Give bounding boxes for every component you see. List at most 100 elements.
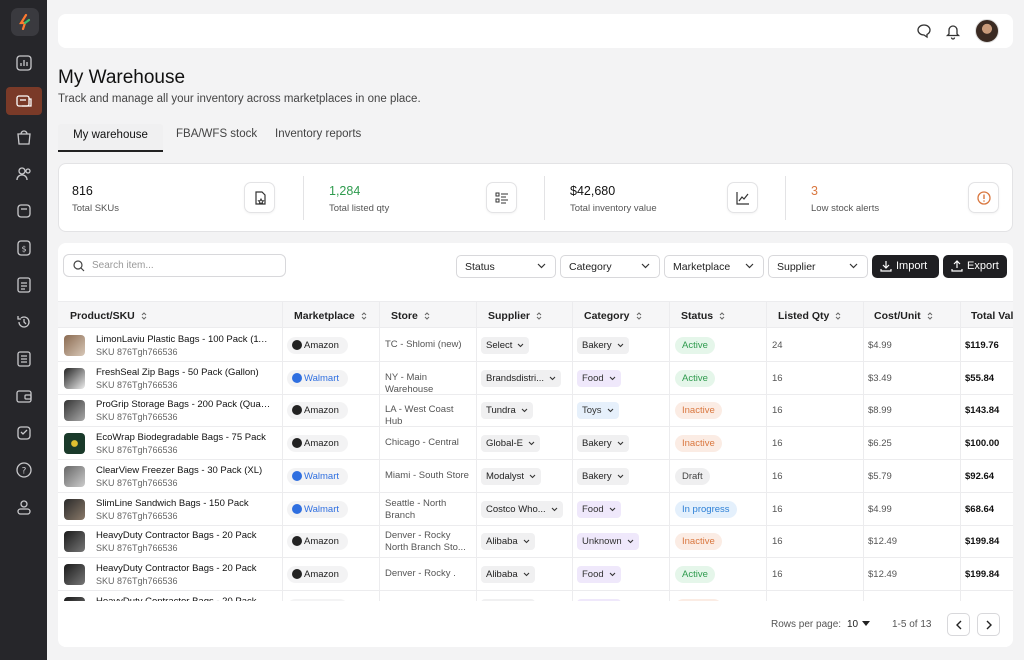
supplier-select[interactable]: Costco Who... xyxy=(481,500,563,518)
product-name[interactable]: HeavyDuty Contractor Bags - 20 Pack xyxy=(96,530,271,541)
total-value: $100.00 xyxy=(965,438,1000,450)
product-name[interactable]: EcoWrap Biodegradable Bags - 75 Pack xyxy=(96,432,271,443)
rows-per-page-select[interactable]: 10 xyxy=(847,619,858,630)
table-row[interactable]: SlimLine Sandwich Bags - 150 Pack SKU 876… xyxy=(58,493,1013,526)
nav-documents-icon[interactable] xyxy=(11,272,37,298)
column-header-supplier[interactable]: Supplier xyxy=(488,310,542,322)
category-filter-dropdown[interactable]: Category xyxy=(560,255,660,278)
nav-tasks-icon[interactable] xyxy=(11,420,37,446)
tab-inventory-reports[interactable]: Inventory reports xyxy=(275,124,361,152)
listed-qty: 16 xyxy=(772,438,783,450)
nav-wallet-icon[interactable] xyxy=(11,383,37,409)
supplier-select[interactable]: Alibaba xyxy=(481,533,535,551)
next-page-button[interactable] xyxy=(977,613,1000,636)
supplier-select[interactable]: Modalyst xyxy=(481,467,542,485)
supplier-filter-dropdown[interactable]: Supplier xyxy=(768,255,868,278)
product-name[interactable]: ProGrip Storage Bags - 200 Pack (Quar... xyxy=(96,399,271,410)
nav-inventory-icon[interactable] xyxy=(11,198,37,224)
column-header-listed-qty[interactable]: Listed Qty xyxy=(778,310,841,322)
category-select[interactable]: Food xyxy=(577,369,621,387)
store-name: TC - Shlomi (new) xyxy=(385,339,462,350)
supplier-label: Modalyst xyxy=(486,470,525,482)
chevron-down-icon xyxy=(641,263,650,269)
table-row[interactable]: FreshSeal Zip Bags - 50 Pack (Gallon) SKU… xyxy=(58,362,1013,395)
category-label: Food xyxy=(582,503,604,515)
tab-fba-wfs-stock[interactable]: FBA/WFS stock xyxy=(176,124,257,152)
status-filter-dropdown[interactable]: Status xyxy=(456,255,556,278)
nav-profile-icon[interactable] xyxy=(11,494,37,520)
total-value: $199.84 xyxy=(965,568,1000,580)
total-value: $68.64 xyxy=(965,503,995,515)
column-header-store[interactable]: Store xyxy=(391,310,430,322)
category-select[interactable]: Toys xyxy=(577,402,619,420)
column-header-total-value[interactable]: Total Val xyxy=(971,310,1013,322)
stat-value: 3 xyxy=(811,184,818,198)
category-select[interactable]: Bakery xyxy=(577,467,629,485)
product-name[interactable]: LimonLaviu Plastic Bags - 100 Pack (11.5… xyxy=(96,334,271,345)
cost-per-unit: $12.49 xyxy=(868,568,898,580)
stat-label: Total SKUs xyxy=(72,203,119,214)
nav-history-icon[interactable] xyxy=(11,309,37,335)
product-sku: SKU 876Tgh766536 xyxy=(96,477,178,488)
app-logo[interactable] xyxy=(11,8,39,36)
product-name[interactable]: ClearView Freezer Bags - 30 Pack (XL) xyxy=(96,465,271,476)
nav-orders-icon[interactable] xyxy=(11,124,37,150)
stat-label: Total listed qty xyxy=(329,203,390,214)
column-header-cost-unit[interactable]: Cost/Unit xyxy=(874,310,933,322)
supplier-select[interactable]: Select xyxy=(481,337,530,354)
product-name[interactable]: SlimLine Sandwich Bags - 150 Pack xyxy=(96,498,271,509)
listed-qty: 16 xyxy=(772,372,783,384)
supplier-select[interactable]: Tundra xyxy=(481,402,533,420)
search-input[interactable]: Search item... xyxy=(63,254,286,277)
table-row[interactable]: LimonLaviu Plastic Bags - 100 Pack (11.5… xyxy=(58,329,1013,362)
stat-total-inventory-value: $42,680 Total inventory value xyxy=(557,164,797,231)
user-avatar[interactable] xyxy=(975,19,999,43)
table-row[interactable]: EcoWrap Biodegradable Bags - 75 Pack SKU … xyxy=(58,427,1013,461)
status-badge: Draft xyxy=(675,467,710,485)
nav-reports-icon[interactable] xyxy=(11,346,37,372)
nav-warehouse-icon[interactable] xyxy=(6,87,42,115)
column-header-category[interactable]: Category xyxy=(584,310,642,322)
product-name[interactable]: HeavyDuty Contractor Bags - 20 Pack xyxy=(96,563,271,574)
table-row[interactable]: HeavyDuty Contractor Bags - 20 Pack SKU 8… xyxy=(58,558,1013,591)
export-button[interactable]: Export xyxy=(943,255,1007,278)
column-label: Cost/Unit xyxy=(874,310,921,322)
upload-icon xyxy=(951,260,963,272)
table-row[interactable]: ClearView Freezer Bags - 30 Pack (XL) SKU… xyxy=(58,460,1013,493)
page-subtitle: Track and manage all your inventory acro… xyxy=(58,93,421,105)
supplier-select[interactable]: Brandsdistri... xyxy=(481,369,562,387)
category-select[interactable]: Food xyxy=(577,565,621,583)
category-select[interactable]: Bakery xyxy=(577,337,629,354)
sort-icon xyxy=(719,312,725,320)
amazon-logo-icon xyxy=(292,536,302,547)
product-name[interactable]: FreshSeal Zip Bags - 50 Pack (Gallon) xyxy=(96,367,271,378)
nav-finance-icon[interactable]: $ xyxy=(11,235,37,261)
category-select[interactable]: Bakery xyxy=(577,435,629,453)
store-name: LA - West Coast Hub xyxy=(385,404,454,428)
column-header-marketplace[interactable]: Marketplace xyxy=(294,310,367,322)
bell-icon[interactable] xyxy=(944,22,962,40)
export-label: Export xyxy=(967,260,999,272)
listed-qty: 16 xyxy=(772,470,783,482)
chevron-down-icon xyxy=(551,507,558,511)
cost-per-unit: $12.49 xyxy=(868,536,898,548)
caret-down-icon[interactable] xyxy=(862,621,870,627)
import-button[interactable]: Import xyxy=(872,255,939,278)
sort-icon xyxy=(636,312,641,320)
column-header-product[interactable]: Product/SKU xyxy=(70,310,147,322)
column-label: Category xyxy=(584,310,630,322)
nav-help-icon[interactable]: ? xyxy=(11,457,37,483)
previous-page-button[interactable] xyxy=(947,613,970,636)
category-select[interactable]: Unknown xyxy=(577,533,639,551)
nav-analytics-icon[interactable] xyxy=(11,50,37,76)
nav-customers-icon[interactable] xyxy=(11,161,37,187)
chat-icon[interactable] xyxy=(915,22,933,40)
table-row[interactable]: HeavyDuty Contractor Bags - 20 Pack SKU 8… xyxy=(58,525,1013,559)
tab-my-warehouse[interactable]: My warehouse xyxy=(58,124,163,152)
supplier-select[interactable]: Alibaba xyxy=(481,565,535,583)
category-select[interactable]: Food xyxy=(577,500,621,518)
supplier-select[interactable]: Global-E xyxy=(481,435,540,453)
marketplace-filter-dropdown[interactable]: Marketplace xyxy=(664,255,764,278)
column-header-status[interactable]: Status xyxy=(681,310,725,322)
table-row[interactable]: ProGrip Storage Bags - 200 Pack (Quar...… xyxy=(58,394,1013,428)
